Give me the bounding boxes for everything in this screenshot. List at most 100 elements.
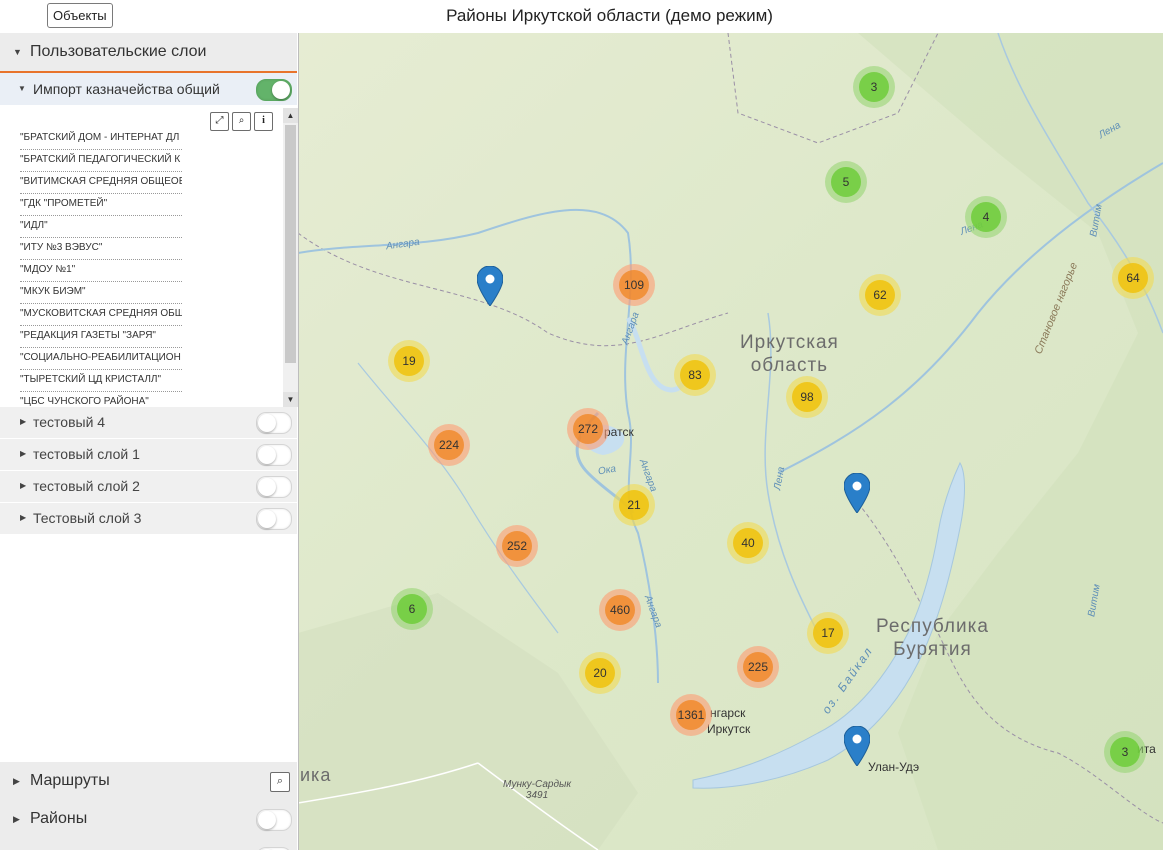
cluster-count: 460	[605, 595, 635, 625]
cluster-count: 3	[1110, 737, 1140, 767]
user-layers-title: Пользовательские слои	[30, 43, 207, 60]
list-item[interactable]: "ИДЛ"	[20, 219, 182, 238]
search-icon[interactable]: ⌕	[232, 112, 251, 131]
cluster-marker[interactable]: 4	[965, 196, 1007, 238]
cluster-count: 21	[619, 490, 649, 520]
caret-right-icon: ▶	[13, 776, 20, 786]
cluster-count: 98	[792, 382, 822, 412]
cluster-marker[interactable]: 17	[807, 612, 849, 654]
list-item[interactable]: "ГДК "ПРОМЕТЕЙ"	[20, 197, 182, 216]
cluster-marker[interactable]: 6	[391, 588, 433, 630]
cluster-marker[interactable]: 40	[727, 522, 769, 564]
cluster-count: 1361	[676, 700, 706, 730]
routes-search-icon[interactable]: ⌕	[270, 772, 290, 792]
region-label-buryatia-text: Республика Бурятия	[876, 616, 989, 660]
routes-header[interactable]: ▶ Маршруты ⌕	[0, 762, 297, 801]
routes-title: Маршруты	[30, 772, 110, 789]
city-label-ulan-ude: Улан-Удэ	[868, 760, 920, 774]
caret-down-icon: ▼	[18, 84, 26, 93]
info-icon[interactable]: i	[254, 112, 273, 131]
toggle-knob	[272, 81, 290, 99]
cluster-marker[interactable]: 5	[825, 161, 867, 203]
cluster-count: 17	[813, 618, 843, 648]
scroll-down-icon[interactable]: ▼	[283, 392, 298, 407]
expand-icon[interactable]: ⤢	[210, 112, 229, 131]
cluster-marker[interactable]: 252	[496, 525, 538, 567]
cluster-marker[interactable]: 109	[613, 264, 655, 306]
cluster-count: 6	[397, 594, 427, 624]
layer-label: Импорт казначейства общий	[33, 81, 220, 97]
cluster-count: 272	[573, 414, 603, 444]
layer-label: тестовый слой 2	[33, 478, 140, 494]
layer-label: Тестовый слой 3	[33, 510, 142, 526]
layer-toggle[interactable]	[256, 508, 292, 530]
panel-header-partial[interactable]	[0, 838, 297, 850]
cluster-marker[interactable]: 225	[737, 646, 779, 688]
peak-label: Мунку-Сардык 3491	[503, 779, 572, 801]
toggle-knob	[258, 446, 276, 464]
list-item[interactable]: "БРАТСКИЙ ДОМ - ИНТЕРНАТ ДЛ	[20, 131, 182, 150]
list-item[interactable]: "ИТУ №3 ВЭВУС"	[20, 241, 182, 260]
cluster-marker[interactable]: 98	[786, 376, 828, 418]
layer-toggle[interactable]	[256, 476, 292, 498]
cluster-marker[interactable]: 62	[859, 274, 901, 316]
country-label-edge: ика	[300, 765, 332, 785]
region-label-irkutsk-text: Иркутская область	[740, 332, 839, 376]
list-item[interactable]: "ЦБС ЧУНСКОГО РАЙОНА"	[20, 395, 182, 406]
layer-row-test-1[interactable]: ▶ тестовый слой 1	[0, 439, 297, 471]
list-item[interactable]: "ВИТИМСКАЯ СРЕДНЯЯ ОБЩЕОБ	[20, 175, 182, 194]
list-item[interactable]: "МКУК БИЭМ"	[20, 285, 182, 304]
list-item[interactable]: "СОЦИАЛЬНО-РЕАБИЛИТАЦИОН	[20, 351, 182, 370]
map-view[interactable]: Иркутская область Республика Бурятия Ирк…	[298, 33, 1163, 850]
caret-right-icon: ▶	[13, 814, 20, 824]
list-item[interactable]: "ТЫРЕТСКИЙ ЦД КРИСТАЛЛ"	[20, 373, 182, 392]
page-title: Районы Иркутской области (демо режим)	[446, 6, 773, 25]
layer-toggle[interactable]	[256, 444, 292, 466]
cluster-count: 64	[1118, 263, 1148, 293]
toggle-knob	[258, 811, 276, 829]
cluster-count: 19	[394, 346, 424, 376]
list-item[interactable]: "МУСКОВИТСКАЯ СРЕДНЯЯ ОБЩ	[20, 307, 182, 326]
cluster-marker[interactable]: 64	[1112, 257, 1154, 299]
cluster-marker[interactable]: 272	[567, 408, 609, 450]
layer-toggle[interactable]	[256, 412, 292, 434]
objects-list: "БРАТСКИЙ ДОМ - ИНТЕРНАТ ДЛ "БРАТСКИЙ ПЕ…	[0, 131, 283, 406]
caret-right-icon: ▶	[20, 513, 27, 522]
scrollbar-thumb[interactable]	[285, 125, 296, 363]
cluster-count: 109	[619, 270, 649, 300]
cluster-count: 5	[831, 167, 861, 197]
map-marker[interactable]	[844, 726, 870, 766]
districts-toggle[interactable]	[256, 809, 292, 831]
list-item[interactable]: "РЕДАКЦИЯ ГАЗЕТЫ "ЗАРЯ"	[20, 329, 182, 348]
cluster-marker[interactable]: 83	[674, 354, 716, 396]
cluster-count: 3	[859, 72, 889, 102]
layer-row-test-4[interactable]: ▶ тестовый 4	[0, 407, 297, 439]
user-layers-header[interactable]: ▼ Пользовательские слои	[0, 33, 297, 73]
map-marker[interactable]	[844, 473, 870, 513]
cluster-marker[interactable]: 3	[1104, 731, 1146, 773]
cluster-marker[interactable]: 460	[599, 589, 641, 631]
cluster-count: 83	[680, 360, 710, 390]
districts-header[interactable]: ▶ Районы	[0, 800, 297, 839]
cluster-marker[interactable]: 21	[613, 484, 655, 526]
layer-row-test-2[interactable]: ▶ тестовый слой 2	[0, 471, 297, 503]
scroll-up-icon[interactable]: ▲	[283, 108, 298, 123]
city-label-irkutsk: Иркутск	[707, 722, 751, 736]
cluster-marker[interactable]: 224	[428, 424, 470, 466]
cluster-marker[interactable]: 3	[853, 66, 895, 108]
cluster-count: 224	[434, 430, 464, 460]
sidebar: ▼ Пользовательские слои ▼ Импорт казначе…	[0, 33, 299, 850]
cluster-marker[interactable]: 20	[579, 652, 621, 694]
list-item[interactable]: "БРАТСКИЙ ПЕДАГОГИЧЕСКИЙ К	[20, 153, 182, 172]
map-marker[interactable]	[477, 266, 503, 306]
cluster-marker[interactable]: 1361	[670, 694, 712, 736]
layer-label: тестовый 4	[33, 414, 106, 430]
layer-import-treasury[interactable]: ▼ Импорт казначейства общий	[0, 73, 297, 105]
cluster-marker[interactable]: 19	[388, 340, 430, 382]
layer-toggle[interactable]	[256, 79, 292, 101]
list-item[interactable]: "МДОУ №1"	[20, 263, 182, 282]
cluster-count: 20	[585, 658, 615, 688]
layer-row-test-3[interactable]: ▶ Тестовый слой 3	[0, 503, 297, 535]
city-label-angarsk: нгарск	[710, 706, 746, 720]
objects-scrollbar[interactable]: ▲ ▼	[283, 108, 298, 407]
